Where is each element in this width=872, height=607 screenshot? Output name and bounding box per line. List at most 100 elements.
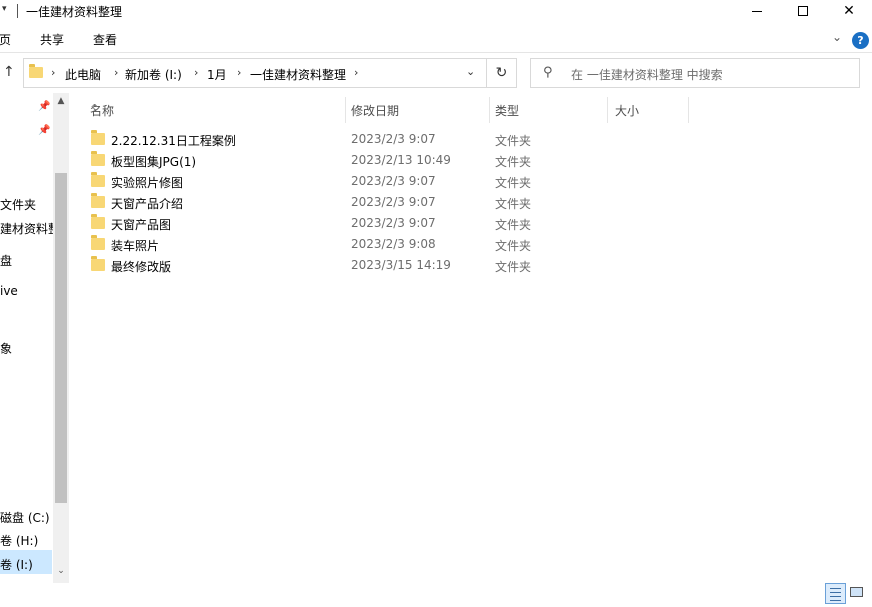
breadcrumb-current-folder[interactable]: 一佳建材资料整理	[250, 66, 346, 83]
minimize-icon	[752, 10, 762, 12]
breadcrumb-drive-i[interactable]: 新加卷 (I:)	[125, 66, 182, 83]
chevron-right-icon[interactable]: ›	[51, 66, 55, 79]
maximize-button[interactable]	[780, 0, 826, 22]
file-name: 最终修改版	[111, 260, 172, 274]
file-date: 2023/2/3 9:07	[351, 174, 436, 188]
refresh-button[interactable]: ↻	[487, 58, 517, 88]
large-icons-view-button[interactable]	[849, 585, 865, 601]
file-type: 文件夹	[495, 218, 532, 232]
scrollbar-thumb[interactable]	[55, 173, 67, 503]
title-bar: ▾ 一佳建材资料整理 ✕	[0, 0, 872, 24]
list-item[interactable]: 实验照片修图 2023/2/3 9:07 文件夹	[85, 171, 685, 192]
search-placeholder: 在 一佳建材资料整理 中搜索	[571, 68, 723, 82]
pin-icon[interactable]: 📌	[38, 101, 50, 112]
address-row: ↑ › 此电脑 › 新加卷 (I:) › 1月 › 一佳建材资料整理 › ⌄ ↻…	[0, 53, 872, 93]
nav-item-drive-c[interactable]: 磁盘 (C:)	[0, 509, 50, 526]
file-date: 2023/2/3 9:08	[351, 237, 436, 251]
column-header-name[interactable]: 名称 ^	[90, 93, 345, 125]
nav-item-current-folder[interactable]: 建材资料整	[0, 220, 60, 237]
details-view-icon	[830, 592, 841, 593]
nav-item-folder[interactable]: 文件夹	[0, 196, 36, 213]
column-date-label: 修改日期	[351, 104, 400, 118]
tab-home[interactable]: 页	[0, 31, 11, 48]
column-header-type[interactable]: 类型	[495, 93, 607, 125]
column-size-label: 大小	[615, 104, 640, 118]
chevron-right-icon[interactable]: ›	[354, 66, 358, 79]
file-name: 天窗产品图	[111, 218, 172, 232]
breadcrumb-this-pc[interactable]: 此电脑	[65, 66, 101, 83]
file-name: 装车照片	[111, 239, 160, 253]
column-type-label: 类型	[495, 104, 520, 118]
breadcrumb-january[interactable]: 1月	[207, 66, 227, 83]
window-title: 一佳建材资料整理	[26, 5, 123, 19]
column-header-size[interactable]: 大小	[615, 93, 687, 125]
column-header-date[interactable]: 修改日期	[351, 93, 489, 125]
list-item[interactable]: 2.22.12.31日工程案例 2023/2/3 9:07 文件夹	[85, 129, 685, 150]
minimize-button[interactable]	[734, 0, 780, 22]
list-item[interactable]: 板型图集JPG(1) 2023/2/13 10:49 文件夹	[85, 150, 685, 171]
file-type: 文件夹	[495, 155, 532, 169]
details-view-icon	[830, 588, 841, 589]
ribbon-tabs: 页 共享 查看 ⌄ ?	[0, 24, 872, 53]
status-bar	[0, 583, 872, 607]
chevron-right-icon[interactable]: ›	[237, 66, 241, 79]
folder-icon	[91, 193, 105, 208]
file-type: 文件夹	[495, 176, 532, 190]
folder-icon	[91, 172, 105, 187]
search-input[interactable]: ⚲ 在 一佳建材资料整理 中搜索	[530, 58, 860, 88]
list-item[interactable]: 天窗产品介绍 2023/2/3 9:07 文件夹	[85, 192, 685, 213]
details-view-button[interactable]	[825, 583, 846, 604]
nav-item-objects[interactable]: 象	[0, 340, 12, 357]
up-arrow-icon[interactable]: ↑	[3, 64, 15, 80]
file-name: 板型图集JPG(1)	[111, 155, 197, 169]
tab-view[interactable]: 查看	[93, 31, 117, 48]
folder-icon	[91, 151, 105, 166]
column-divider[interactable]	[607, 97, 608, 123]
details-view-icon	[830, 600, 841, 601]
file-name: 2.22.12.31日工程案例	[111, 134, 236, 148]
nav-scrollbar[interactable]: ▲ ⌄	[53, 93, 69, 583]
close-button[interactable]: ✕	[826, 0, 872, 22]
close-icon: ✕	[843, 3, 855, 19]
scroll-up-icon[interactable]: ▲	[53, 96, 69, 110]
file-date: 2023/2/3 9:07	[351, 195, 436, 209]
maximize-icon	[798, 6, 808, 16]
nav-item-drive[interactable]: 盘	[0, 252, 12, 269]
file-date: 2023/2/13 10:49	[351, 153, 451, 167]
folder-icon	[91, 256, 105, 271]
refresh-icon: ↻	[495, 65, 508, 81]
list-item[interactable]: 最终修改版 2023/3/15 14:19 文件夹	[85, 255, 685, 276]
column-divider[interactable]	[489, 97, 490, 123]
file-list: 名称 ^ 修改日期 类型 大小 2.22.12.31日工程案例 2023/2/3…	[75, 93, 872, 583]
address-history-dropdown-icon[interactable]: ⌄	[466, 65, 475, 78]
column-divider[interactable]	[688, 97, 689, 123]
folder-icon	[91, 214, 105, 229]
column-divider[interactable]	[345, 97, 346, 123]
nav-item-onedrive[interactable]: ive	[0, 284, 18, 298]
file-date: 2023/3/15 14:19	[351, 258, 451, 272]
folder-icon	[91, 130, 105, 145]
scroll-down-icon[interactable]: ⌄	[53, 566, 69, 580]
expand-ribbon-icon[interactable]: ⌄	[832, 30, 842, 44]
nav-item-drive-i[interactable]: 卷 (I:)	[0, 556, 33, 573]
search-icon: ⚲	[543, 65, 553, 80]
file-type: 文件夹	[495, 260, 532, 274]
quick-access-dropdown-icon[interactable]: ▾	[2, 4, 12, 18]
list-item[interactable]: 装车照片 2023/2/3 9:08 文件夹	[85, 234, 685, 255]
file-name: 天窗产品介绍	[111, 197, 184, 211]
help-icon[interactable]: ?	[852, 32, 869, 49]
file-type: 文件夹	[495, 134, 532, 148]
nav-item-drive-h[interactable]: 卷 (H:)	[0, 532, 38, 549]
file-type: 文件夹	[495, 197, 532, 211]
list-item[interactable]: 天窗产品图 2023/2/3 9:07 文件夹	[85, 213, 685, 234]
large-icons-view-icon	[850, 587, 863, 597]
address-bar[interactable]: › 此电脑 › 新加卷 (I:) › 1月 › 一佳建材资料整理 › ⌄	[23, 58, 487, 88]
chevron-right-icon[interactable]: ›	[114, 66, 118, 79]
folder-icon	[29, 64, 43, 78]
pin-icon[interactable]: 📌	[38, 125, 50, 136]
title-separator	[17, 4, 18, 18]
folder-icon	[91, 235, 105, 250]
tab-share[interactable]: 共享	[40, 31, 64, 48]
file-name: 实验照片修图	[111, 176, 184, 190]
chevron-right-icon[interactable]: ›	[194, 66, 198, 79]
